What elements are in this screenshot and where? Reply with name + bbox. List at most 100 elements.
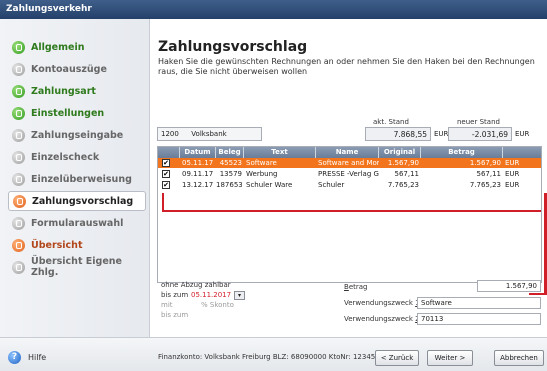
new-balance-label: neuer Stand xyxy=(457,118,500,126)
skonto-label: % Skonto xyxy=(201,301,234,309)
circle-icon xyxy=(12,172,25,186)
amount-label: Betrag xyxy=(344,283,367,291)
help-icon[interactable]: ? xyxy=(8,351,21,364)
sidebar-item-allgemein[interactable]: Allgemein xyxy=(8,37,146,57)
purpose2-input[interactable]: 70113 xyxy=(417,313,541,325)
table-row[interactable]: ✔ 13.12.17 187653 Schuler Ware Schuler 7… xyxy=(158,180,541,190)
cell-currency: EUR xyxy=(505,170,520,178)
cell-text: Software xyxy=(246,159,277,167)
sidebar-item-label: Formularauswahl xyxy=(31,217,124,229)
active-step-icon xyxy=(13,194,26,208)
sidebar-item-einstellungen[interactable]: Einstellungen xyxy=(8,103,146,123)
help-link[interactable]: Hilfe xyxy=(28,353,46,362)
sidebar-item-label: Übersicht xyxy=(31,239,83,251)
check-circle-icon xyxy=(12,84,25,98)
table-header: Datum Beleg Text Name Original Betrag xyxy=(158,147,541,158)
invoice-table: Datum Beleg Text Name Original Betrag ✔ … xyxy=(157,146,542,283)
cell-text: Werbung xyxy=(246,170,278,178)
account-field[interactable]: 1200 Volksbank xyxy=(157,127,262,141)
cell-beleg: 45523 xyxy=(219,159,242,167)
cancel-button[interactable]: Abbrechen xyxy=(494,350,544,366)
sidebar-item-zahlungsvorschlag[interactable]: Zahlungsvorschlag xyxy=(8,191,146,211)
row-checkbox[interactable]: ✔ xyxy=(162,159,170,167)
back-button[interactable]: < Zurück xyxy=(375,350,419,366)
cell-betrag: 7.765,23 xyxy=(469,181,501,189)
page-title: Zahlungsvorschlag xyxy=(158,39,308,55)
cell-name: Schuler xyxy=(318,181,345,189)
window-title: Zahlungsverkehr xyxy=(0,0,547,19)
cell-betrag: 567,11 xyxy=(476,170,502,178)
discount-with-label: mit xyxy=(161,301,173,309)
cell-original: 567,11 xyxy=(394,170,420,178)
row-checkbox[interactable]: ✔ xyxy=(162,181,170,189)
highlight-line xyxy=(162,210,541,212)
page-description: Haken Sie die gewünschten Rechnungen an … xyxy=(158,57,535,76)
circle-icon xyxy=(12,128,25,142)
check-circle-icon xyxy=(12,106,25,120)
column-name[interactable]: Name xyxy=(316,147,379,158)
sidebar-item-einzelueberweisung[interactable]: Einzelüberweisung xyxy=(8,169,146,189)
sidebar-item-zahlungsart[interactable]: Zahlungsart xyxy=(8,81,146,101)
cell-original: 1.567,90 xyxy=(387,159,419,167)
date-picker-button[interactable]: ▾ xyxy=(234,291,245,300)
cell-currency: EUR xyxy=(505,181,520,189)
new-balance-currency: EUR xyxy=(515,130,530,138)
sidebar-item-label: Kontoauszüge xyxy=(31,63,107,75)
column-original[interactable]: Original xyxy=(379,147,421,158)
column-betrag[interactable]: Betrag xyxy=(421,147,503,158)
footer-bar: ? Hilfe Finanzkonto: Volksbank Freiburg … xyxy=(0,337,547,371)
check-circle-icon xyxy=(12,40,25,54)
current-balance-currency: EUR xyxy=(434,130,449,138)
account-info: Finanzkonto: Volksbank Freiburg BLZ: 680… xyxy=(158,353,376,361)
sidebar-item-label: Einzelscheck xyxy=(31,151,100,163)
amount-input[interactable]: 1.567,90 xyxy=(477,280,541,292)
purpose2-label-text: Verwendungszweck xyxy=(344,315,416,323)
purpose2-label: Verwendungszweck 2 xyxy=(344,315,420,323)
account-bank: Volksbank xyxy=(191,130,227,138)
sidebar-item-label: Übersicht Eigene Zhlg. xyxy=(31,256,122,278)
table-row[interactable]: ✔ 05.11.17 45523 Software Software and M… xyxy=(158,158,541,168)
sidebar-item-label: Einzelüberweisung xyxy=(31,173,132,185)
until-label: bis zum xyxy=(161,291,189,299)
sidebar-item-label: Zahlungsart xyxy=(31,85,96,97)
sidebar-item-einzelscheck[interactable]: Einzelscheck xyxy=(8,147,146,167)
sidebar: Allgemein Kontoauszüge Zahlungsart Einst… xyxy=(0,19,150,337)
next-button[interactable]: Weiter > xyxy=(427,350,473,366)
sidebar-item-label: Allgemein xyxy=(31,41,85,53)
sidebar-item-label: Einstellungen xyxy=(31,107,105,119)
current-balance-value: 7.868,55 xyxy=(365,127,431,141)
main-panel: Zahlungsvorschlag Haken Sie die gewünsch… xyxy=(151,19,547,337)
cell-date: 09.11.17 xyxy=(182,170,214,178)
no-deduction-label: ohne Abzug zahlbar xyxy=(161,281,231,289)
column-check xyxy=(158,147,180,158)
purpose1-input[interactable]: Software xyxy=(417,297,541,309)
cell-beleg: 187653 xyxy=(216,181,242,189)
column-beleg[interactable]: Beleg xyxy=(216,147,244,158)
column-datum[interactable]: Datum xyxy=(180,147,216,158)
cell-original: 7.765,23 xyxy=(387,181,419,189)
cell-currency: EUR xyxy=(505,159,520,167)
sidebar-item-uebersicht[interactable]: Übersicht xyxy=(8,235,146,255)
sidebar-item-uebersicht-eigene[interactable]: Übersicht Eigene Zhlg. xyxy=(8,256,146,278)
row-checkbox[interactable]: ✔ xyxy=(162,170,170,178)
table-row[interactable]: ✔ 09.11.17 13579 Werbung PRESSE -Verlag … xyxy=(158,169,541,179)
sidebar-item-formularauswahl[interactable]: Formularauswahl xyxy=(8,213,146,233)
cell-betrag: 1.567,90 xyxy=(469,159,501,167)
highlight-connector xyxy=(529,293,547,295)
column-text[interactable]: Text xyxy=(244,147,316,158)
account-number: 1200 xyxy=(161,130,179,138)
sidebar-item-label: Zahlungsvorschlag xyxy=(32,195,134,207)
sidebar-item-kontoauszuege[interactable]: Kontoauszüge xyxy=(8,59,146,79)
circle-icon xyxy=(12,260,25,274)
column-currency xyxy=(503,147,541,158)
due-date: 05.11.2017 xyxy=(191,291,232,299)
amount-label-text: etrag xyxy=(348,283,368,291)
cell-beleg: 13579 xyxy=(219,170,242,178)
new-balance-value: -2.031,69 xyxy=(448,127,512,141)
purpose1-label-text: Verwendungszweck xyxy=(344,299,416,307)
sidebar-item-zahlungseingabe[interactable]: Zahlungseingabe xyxy=(8,125,146,145)
circle-icon xyxy=(12,216,25,230)
current-balance-label: akt. Stand xyxy=(373,118,409,126)
circle-icon xyxy=(12,150,25,164)
sidebar-item-label: Zahlungseingabe xyxy=(31,129,124,141)
